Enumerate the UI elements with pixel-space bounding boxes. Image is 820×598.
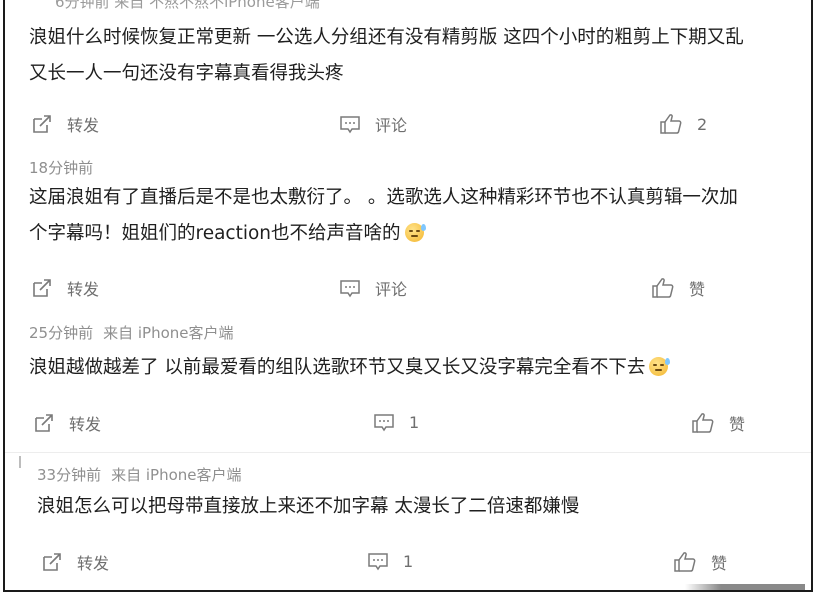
like-label: 赞 (729, 415, 746, 434)
thumbs-up-icon (652, 278, 674, 298)
comment-text-line-wrap: 个字幕吗！姐姐们的reaction也不给声音啥的 (29, 216, 738, 252)
comment-icon (340, 116, 360, 134)
comment-button[interactable]: 评论 (339, 276, 407, 300)
comment-meta: 25分钟前 来自 iPhone客户端 (29, 322, 234, 343)
repost-label: 转发 (67, 280, 100, 299)
comment-time: 33分钟前 (37, 466, 102, 484)
comment-feed-panel: 6分钟前 来自 不熬不熬不iPhone客户端 浪姐什么时候恢复正常更新 一公选人… (3, 0, 813, 592)
comment-icon (374, 414, 394, 432)
divider (5, 452, 811, 453)
comment-text: 浪姐怎么可以把母带直接放上来还不加字幕 太漫长了二倍速都嫌慢 (37, 489, 579, 525)
comment-text: 这届浪姐有了直播后是不是也太敷衍了。 。选歌选人这种精彩环节也不认真剪辑一次加 … (29, 180, 738, 252)
comment-label: 评论 (375, 116, 408, 135)
like-count: 2 (697, 114, 708, 134)
repost-button[interactable]: 转发 (33, 411, 101, 435)
comment-count: 1 (403, 551, 414, 571)
thumbs-up-icon (692, 413, 714, 433)
sweat-smile-emoji (404, 223, 426, 242)
comment-source: 来自 iPhone客户端 (111, 466, 242, 484)
repost-icon (33, 115, 51, 133)
watermark-strip (685, 584, 805, 590)
divider (19, 456, 21, 468)
comment-meta: 18分钟前 (29, 157, 93, 178)
repost-button[interactable]: 转发 (31, 112, 99, 136)
comment-text-line-wrap: 浪姐越做越差了 以前最爱看的组队选歌环节又臭又长又没字幕完全看不下去 (29, 350, 671, 386)
repost-icon (43, 553, 61, 571)
repost-label: 转发 (67, 116, 100, 135)
repost-label: 转发 (69, 415, 102, 434)
comment-text: 浪姐什么时候恢复正常更新 一公选人分组还有没有精剪版 这四个小时的粗剪上下期又乱… (29, 20, 744, 92)
comment-label: 评论 (375, 280, 408, 299)
comment-text-line: 这届浪姐有了直播后是不是也太敷衍了。 。选歌选人这种精彩环节也不认真剪辑一次加 (29, 187, 738, 208)
repost-button[interactable]: 转发 (41, 550, 109, 574)
thumbs-up-icon (674, 552, 696, 572)
like-button[interactable]: 赞 (651, 276, 705, 300)
like-button[interactable]: 赞 (673, 550, 727, 574)
repost-label: 转发 (77, 554, 110, 573)
comment-text-line: 个字幕吗！姐姐们的reaction也不给声音啥的 (29, 223, 401, 244)
repost-icon (35, 414, 53, 432)
like-label: 赞 (711, 554, 728, 573)
comment-button[interactable]: 1 (367, 550, 413, 572)
comment-text-line: 浪姐什么时候恢复正常更新 一公选人分组还有没有精剪版 这四个小时的粗剪上下期又乱 (29, 27, 744, 48)
comment-time: 18分钟前 (29, 159, 94, 177)
comment-icon (340, 280, 360, 298)
comment-meta-truncated: 6分钟前 来自 不熬不熬不iPhone客户端 (55, 0, 320, 11)
sweat-laugh-emoji (649, 357, 671, 376)
repost-button[interactable]: 转发 (31, 276, 99, 300)
like-label: 赞 (689, 280, 706, 299)
comment-time: 25分钟前 (29, 324, 94, 342)
comment-text-line: 浪姐怎么可以把母带直接放上来还不加字幕 太漫长了二倍速都嫌慢 (37, 496, 580, 517)
like-button[interactable]: 2 (659, 112, 707, 136)
comment-text-line: 浪姐越做越差了 以前最爱看的组队选歌环节又臭又长又没字幕完全看不下去 (29, 357, 646, 378)
like-button[interactable]: 赞 (691, 411, 745, 435)
comment-count: 1 (409, 412, 420, 432)
comment-meta: 33分钟前 来自 iPhone客户端 (37, 464, 242, 485)
comment-text-line: 又长一人一句还没有字幕真看得我头疼 (29, 63, 344, 84)
comment-icon (368, 553, 388, 571)
repost-icon (33, 279, 51, 297)
comment-source: 来自 iPhone客户端 (103, 324, 234, 342)
comment-text: 浪姐越做越差了 以前最爱看的组队选歌环节又臭又长又没字幕完全看不下去 (29, 350, 671, 386)
comment-button[interactable]: 1 (373, 411, 419, 433)
comment-button[interactable]: 评论 (339, 112, 407, 136)
thumbs-up-icon (660, 114, 682, 134)
